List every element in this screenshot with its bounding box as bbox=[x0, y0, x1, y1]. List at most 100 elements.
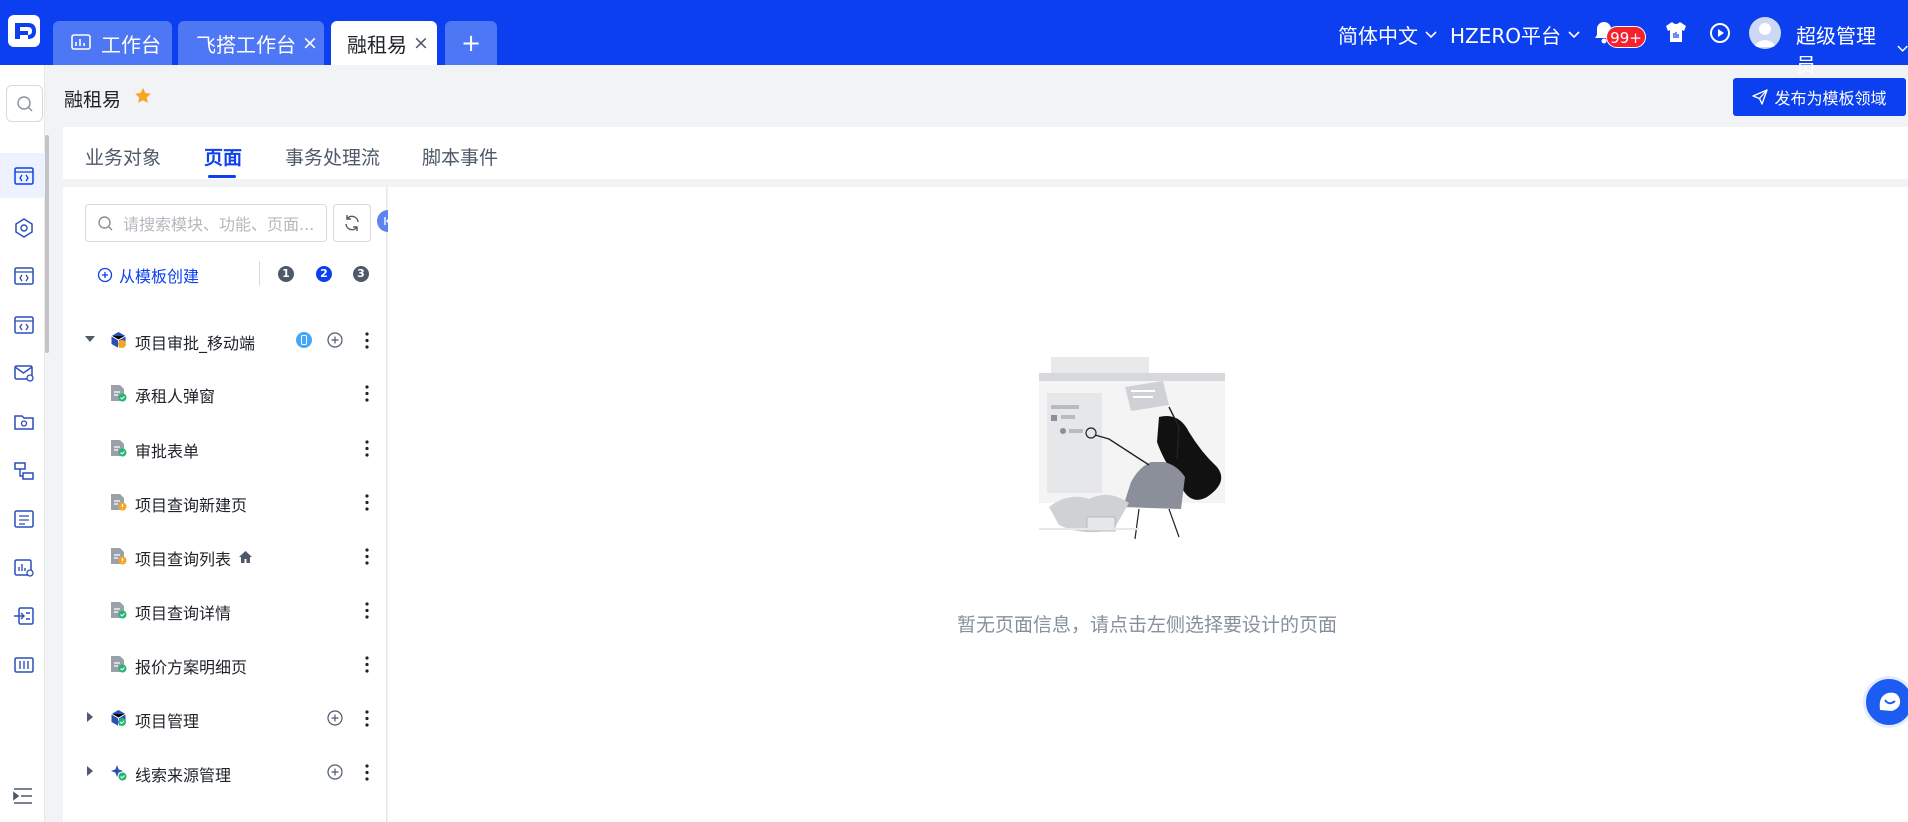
tab-transaction-flow[interactable]: 事务处理流 bbox=[285, 143, 380, 170]
app-logo[interactable] bbox=[8, 15, 40, 47]
tab-workbench[interactable]: 工作台 bbox=[53, 21, 172, 65]
refresh-icon bbox=[345, 215, 359, 231]
tree-node-module[interactable]: 项目审批_移动端 bbox=[63, 324, 387, 356]
page-warning-icon bbox=[111, 548, 127, 565]
page-code-icon[interactable] bbox=[13, 265, 35, 287]
home-icon bbox=[239, 551, 252, 563]
user-menu[interactable]: 超级管理员 bbox=[1796, 20, 1908, 78]
caret-right-icon[interactable] bbox=[83, 764, 97, 778]
page-check-icon bbox=[111, 440, 127, 457]
tree-node-page[interactable]: 报价方案明细页 bbox=[63, 648, 387, 680]
language-selector[interactable]: 简体中文 bbox=[1338, 20, 1437, 49]
add-circle-icon[interactable] bbox=[327, 764, 343, 780]
flow-icon[interactable] bbox=[13, 460, 35, 482]
search-icon bbox=[98, 215, 113, 230]
empty-state-illustration bbox=[1039, 357, 1225, 539]
chevron-down-icon bbox=[1897, 45, 1908, 52]
page-title: 融租易 bbox=[64, 89, 122, 111]
step-3[interactable]: 3 bbox=[353, 266, 369, 282]
tab-business-object[interactable]: 业务对象 bbox=[85, 143, 161, 170]
add-circle-icon[interactable] bbox=[327, 710, 343, 726]
mobile-badge-icon bbox=[296, 332, 312, 348]
page-code-icon[interactable] bbox=[13, 314, 35, 336]
more-icon[interactable] bbox=[365, 710, 369, 727]
publish-label: 发布为模板领域 bbox=[1774, 89, 1887, 108]
tree-node-page[interactable]: 承租人弹窗 bbox=[63, 377, 387, 409]
more-icon[interactable] bbox=[365, 494, 369, 511]
tab-rongzuyi[interactable]: 融租易 × bbox=[331, 21, 437, 65]
left-nav-rail bbox=[0, 65, 45, 822]
star-icon[interactable] bbox=[134, 87, 152, 105]
page-tabs: 业务对象 页面 事务处理流 脚本事件 bbox=[63, 127, 1908, 179]
more-icon[interactable] bbox=[365, 332, 369, 349]
active-tab-indicator bbox=[208, 175, 236, 178]
page-check-icon bbox=[111, 656, 127, 673]
tree-node-page[interactable]: 审批表单 bbox=[63, 432, 387, 464]
close-icon[interactable]: × bbox=[302, 33, 318, 53]
caret-right-icon[interactable] bbox=[83, 710, 97, 724]
create-from-template-link[interactable]: 从模板创建 bbox=[97, 263, 199, 287]
page-designer-canvas: 暂无页面信息，请点击左侧选择要设计的页面 bbox=[388, 187, 1908, 822]
tree-node-label: 项目查询新建页 bbox=[135, 496, 248, 515]
sliders-icon[interactable] bbox=[13, 654, 35, 676]
search-icon bbox=[17, 96, 33, 112]
list-settings-icon[interactable] bbox=[13, 508, 35, 530]
import-icon[interactable] bbox=[13, 605, 35, 627]
tree-node-module[interactable]: 项目管理 bbox=[63, 702, 387, 734]
more-icon[interactable] bbox=[365, 440, 369, 457]
theme-shirt-icon[interactable] bbox=[1664, 21, 1688, 43]
add-tab-button[interactable]: + bbox=[445, 21, 497, 65]
chart-settings-icon[interactable] bbox=[13, 557, 35, 579]
rail-scrollbar[interactable] bbox=[45, 135, 49, 353]
play-circle-icon[interactable] bbox=[1709, 22, 1731, 44]
publish-template-button[interactable]: 发布为模板领域 bbox=[1733, 78, 1906, 116]
assistant-icon bbox=[1879, 692, 1901, 711]
mail-settings-icon[interactable] bbox=[13, 362, 35, 384]
tree-node-label: 项目管理 bbox=[135, 712, 200, 731]
page-warning-icon bbox=[111, 494, 127, 511]
top-bar: 工作台 飞搭工作台 × 融租易 × + 简体中文 HZERO平台 99+ 超级管… bbox=[0, 0, 1908, 77]
more-icon[interactable] bbox=[365, 656, 369, 673]
tree-node-page[interactable]: 项目查询详情 bbox=[63, 594, 387, 626]
plus-circle-icon bbox=[97, 267, 113, 283]
menu-toggle-icon[interactable] bbox=[12, 785, 34, 807]
page-check-icon bbox=[111, 602, 127, 619]
tree-node-label: 项目查询详情 bbox=[135, 604, 232, 623]
dashboard-icon bbox=[71, 34, 91, 50]
empty-state-message: 暂无页面信息，请点击左侧选择要设计的页面 bbox=[957, 614, 1338, 636]
tab-label: 工作台 bbox=[101, 32, 161, 57]
tree-node-label: 线索来源管理 bbox=[135, 766, 232, 785]
page-tree-panel: 请搜索模块、功能、页面... 从模板创建 1 2 3 项目审批_移动端 承租人弹… bbox=[63, 187, 399, 822]
assistant-float-button[interactable] bbox=[1863, 676, 1908, 728]
tree-node-label: 审批表单 bbox=[135, 442, 200, 461]
platform-label: HZERO平台 bbox=[1450, 24, 1562, 48]
refresh-button[interactable] bbox=[333, 204, 371, 242]
tab-feida-workbench[interactable]: 飞搭工作台 × bbox=[178, 21, 324, 65]
more-icon[interactable] bbox=[365, 548, 369, 565]
folder-settings-icon[interactable] bbox=[13, 411, 35, 433]
tab-pages[interactable]: 页面 bbox=[204, 143, 242, 170]
tab-script-events[interactable]: 脚本事件 bbox=[422, 143, 498, 170]
page-code-icon[interactable] bbox=[13, 165, 35, 187]
step-2[interactable]: 2 bbox=[316, 266, 332, 282]
add-circle-icon[interactable] bbox=[327, 332, 343, 348]
platform-selector[interactable]: HZERO平台 bbox=[1450, 20, 1580, 49]
search-placeholder: 请搜索模块、功能、页面... bbox=[123, 215, 315, 234]
tree-node-page[interactable]: 项目查询列表 bbox=[63, 540, 387, 572]
tree-node-module[interactable]: 线索来源管理 bbox=[63, 756, 387, 788]
create-label: 从模板创建 bbox=[119, 267, 200, 286]
more-icon[interactable] bbox=[365, 764, 369, 781]
tree-search-input[interactable]: 请搜索模块、功能、页面... bbox=[85, 204, 327, 242]
caret-down-icon[interactable] bbox=[83, 332, 97, 346]
module-cube-icon bbox=[111, 332, 126, 348]
more-icon[interactable] bbox=[365, 385, 369, 402]
more-icon[interactable] bbox=[365, 602, 369, 619]
tree-node-label: 报价方案明细页 bbox=[135, 658, 248, 677]
rail-search-button[interactable] bbox=[6, 85, 43, 122]
tree-node-page[interactable]: 项目查询新建页 bbox=[63, 486, 387, 518]
module-icon[interactable] bbox=[13, 217, 35, 239]
close-icon[interactable]: × bbox=[413, 33, 429, 53]
step-1[interactable]: 1 bbox=[278, 266, 294, 282]
divider bbox=[259, 261, 260, 286]
avatar[interactable] bbox=[1749, 17, 1781, 49]
